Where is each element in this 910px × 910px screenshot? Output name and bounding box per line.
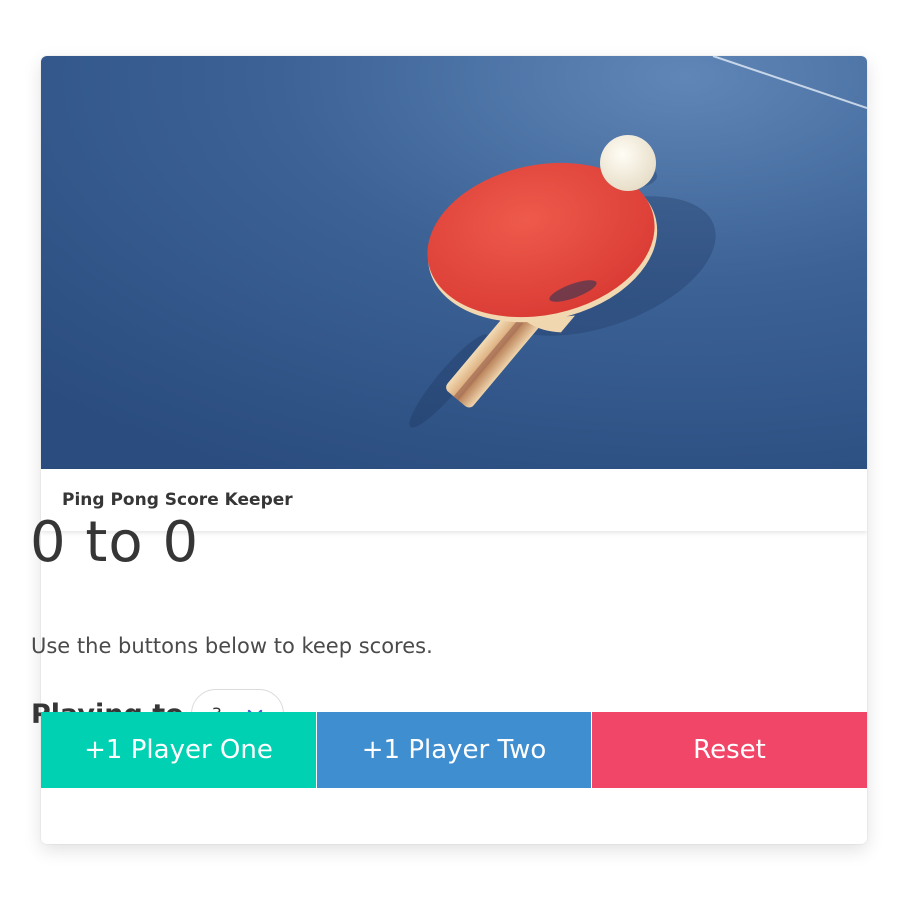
button-row: +1 Player One +1 Player Two Reset xyxy=(41,712,867,788)
reset-button[interactable]: Reset xyxy=(592,712,867,788)
player-two-button[interactable]: +1 Player Two xyxy=(317,712,591,788)
score-display: 0 to 0 xyxy=(30,510,200,575)
ping-pong-paddle-image xyxy=(41,56,867,469)
card-header-title: Ping Pong Score Keeper xyxy=(62,490,293,510)
instructions-text: Use the buttons below to keep scores. xyxy=(31,634,433,658)
player-one-button[interactable]: +1 Player One xyxy=(41,712,316,788)
